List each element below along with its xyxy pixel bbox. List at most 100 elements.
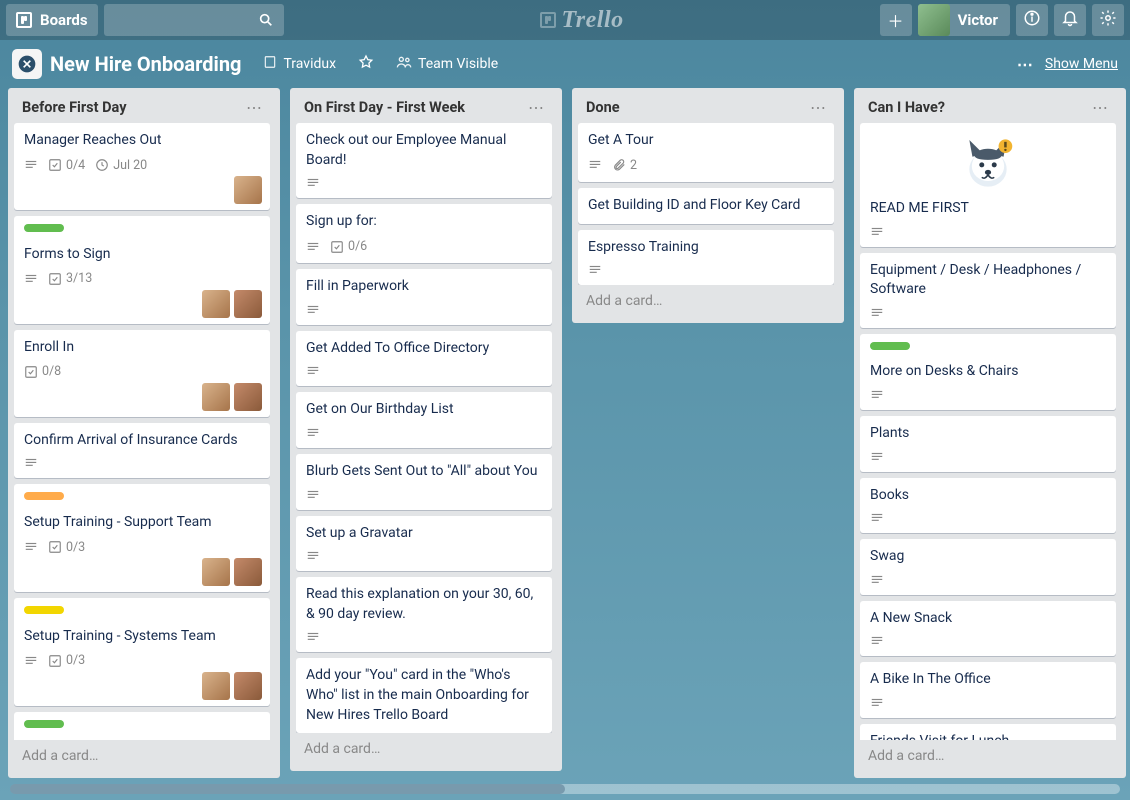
board-header: New Hire Onboarding Travidux Team Visibl…	[0, 40, 1130, 88]
bell-icon	[1061, 9, 1079, 31]
member-avatar[interactable]	[234, 290, 262, 318]
card[interactable]: Plants	[860, 416, 1116, 472]
card-title: Get Added To Office Directory	[306, 340, 489, 356]
card[interactable]: Blurb Gets Sent Out to "All" about You	[296, 454, 552, 510]
list-title[interactable]: Done	[586, 99, 806, 116]
checklist-badge: 3/13	[48, 270, 92, 288]
description-icon	[870, 573, 884, 587]
card[interactable]: Swag	[860, 539, 1116, 595]
attachment-badge: 2	[612, 157, 637, 175]
member-avatar[interactable]	[234, 672, 262, 700]
add-card-button[interactable]: Add a card…	[578, 285, 838, 317]
card[interactable]: A Bike In The Office	[860, 662, 1116, 718]
card[interactable]: Setup Training - Systems Team0/3	[14, 598, 270, 706]
card[interactable]: Read this explanation on your 30, 60, & …	[296, 577, 552, 652]
card-title: Forms to Sign	[24, 246, 111, 262]
card[interactable]: Manager Reaches Out0/4Jul 20	[14, 123, 270, 210]
card-title: Get A Tour	[588, 132, 653, 148]
card[interactable]: Books	[860, 478, 1116, 534]
card[interactable]: Friends Visit for Lunch	[860, 724, 1116, 740]
description-icon	[588, 263, 602, 277]
board-canvas[interactable]: Before First Day⋯Manager Reaches Out0/4J…	[0, 88, 1130, 784]
card-title: Blurb Gets Sent Out to "All" about You	[306, 463, 537, 479]
boards-button[interactable]: Boards	[6, 4, 98, 36]
settings-button[interactable]	[1092, 4, 1124, 36]
member-avatar[interactable]	[234, 176, 262, 204]
list-menu-button[interactable]: ⋯	[806, 98, 832, 117]
card-title: Plants	[870, 425, 909, 441]
description-icon	[306, 549, 320, 563]
add-card-button[interactable]: Add a card…	[860, 740, 1120, 772]
member-avatar[interactable]	[202, 290, 230, 318]
card[interactable]: Fill in Paperwork	[296, 269, 552, 325]
card-title: Espresso Training	[588, 239, 699, 255]
description-icon	[306, 364, 320, 378]
add-card-button[interactable]: Add a card…	[296, 733, 556, 765]
list-title[interactable]: On First Day - First Week	[304, 99, 524, 116]
card[interactable]: Confirm Arrival of Insurance Cards	[14, 423, 270, 479]
card-title: More on Desks & Chairs	[870, 363, 1019, 379]
trello-logo[interactable]: Trello	[540, 7, 624, 34]
list: On First Day - First Week⋯ Check out our …	[290, 88, 562, 771]
notifications-button[interactable]	[1054, 4, 1086, 36]
show-menu-button[interactable]: Show Menu	[1045, 56, 1118, 72]
card-members	[234, 176, 262, 204]
add-card-button[interactable]: Add a card…	[14, 740, 274, 772]
card-label	[24, 224, 64, 232]
description-icon	[24, 654, 38, 668]
description-icon	[24, 456, 38, 470]
card[interactable]: Schedule Remote Payments	[14, 712, 270, 740]
card-image	[870, 131, 1106, 199]
card-title: Enroll In	[24, 339, 74, 355]
user-menu[interactable]: Victor	[918, 4, 1010, 36]
member-avatar[interactable]	[202, 383, 230, 411]
card[interactable]: Equipment / Desk / Headphones / Software	[860, 253, 1116, 328]
card[interactable]: Set up a Gravatar	[296, 516, 552, 572]
list-title[interactable]: Can I Have?	[868, 99, 1088, 116]
description-icon	[870, 511, 884, 525]
card[interactable]: Get Building ID and Floor Key Card	[578, 188, 834, 224]
board-title[interactable]: New Hire Onboarding	[50, 52, 241, 76]
card[interactable]: Enroll In0/8	[14, 330, 270, 417]
visibility-chip[interactable]: Team Visible	[396, 54, 498, 74]
card[interactable]: Add your "You" card in the "Who's Who" l…	[296, 658, 552, 733]
member-avatar[interactable]	[234, 558, 262, 586]
info-button[interactable]	[1016, 4, 1048, 36]
card[interactable]: Sign up for:0/6	[296, 204, 552, 263]
org-chip[interactable]: Travidux	[263, 55, 336, 73]
list-menu-button[interactable]: ⋯	[242, 98, 268, 117]
card[interactable]: Espresso Training	[578, 230, 834, 286]
member-avatar[interactable]	[234, 383, 262, 411]
card[interactable]: A New Snack	[860, 601, 1116, 657]
list: Before First Day⋯ Manager Reaches Out0/4J…	[8, 88, 280, 778]
boards-label: Boards	[40, 11, 88, 29]
list-menu-button[interactable]: ⋯	[524, 98, 550, 117]
card[interactable]: Check out our Employee Manual Board!	[296, 123, 552, 198]
horizontal-scrollbar[interactable]	[10, 784, 1120, 794]
card-title: Books	[870, 487, 909, 503]
description-icon	[306, 426, 320, 440]
trello-logo-icon	[540, 12, 556, 28]
member-avatar[interactable]	[202, 558, 230, 586]
description-icon	[306, 488, 320, 502]
card[interactable]: Forms to Sign 3/13	[14, 216, 270, 324]
card[interactable]: Get Added To Office Directory	[296, 331, 552, 387]
star-button[interactable]	[358, 54, 374, 74]
checklist-badge: 0/6	[330, 238, 367, 256]
card[interactable]: READ ME FIRST	[860, 123, 1116, 247]
plus-icon: ＋	[888, 8, 904, 32]
description-icon	[24, 158, 38, 172]
cards-container: READ ME FIRSTEquipment / Desk / Headphon…	[860, 123, 1120, 740]
checklist-badge: 0/4	[48, 157, 85, 175]
card-title: Fill in Paperwork	[306, 278, 409, 294]
list-title[interactable]: Before First Day	[22, 99, 242, 116]
list-menu-button[interactable]: ⋯	[1088, 98, 1114, 117]
card[interactable]: More on Desks & Chairs	[860, 334, 1116, 410]
search-input[interactable]	[104, 4, 284, 36]
cards-container: Get A Tour 2 Get Building ID and Floor Key…	[578, 123, 838, 285]
card[interactable]: Get A Tour 2	[578, 123, 834, 182]
create-button[interactable]: ＋	[880, 4, 912, 36]
card[interactable]: Setup Training - Support Team0/3	[14, 484, 270, 592]
card[interactable]: Get on Our Birthday List	[296, 392, 552, 448]
member-avatar[interactable]	[202, 672, 230, 700]
